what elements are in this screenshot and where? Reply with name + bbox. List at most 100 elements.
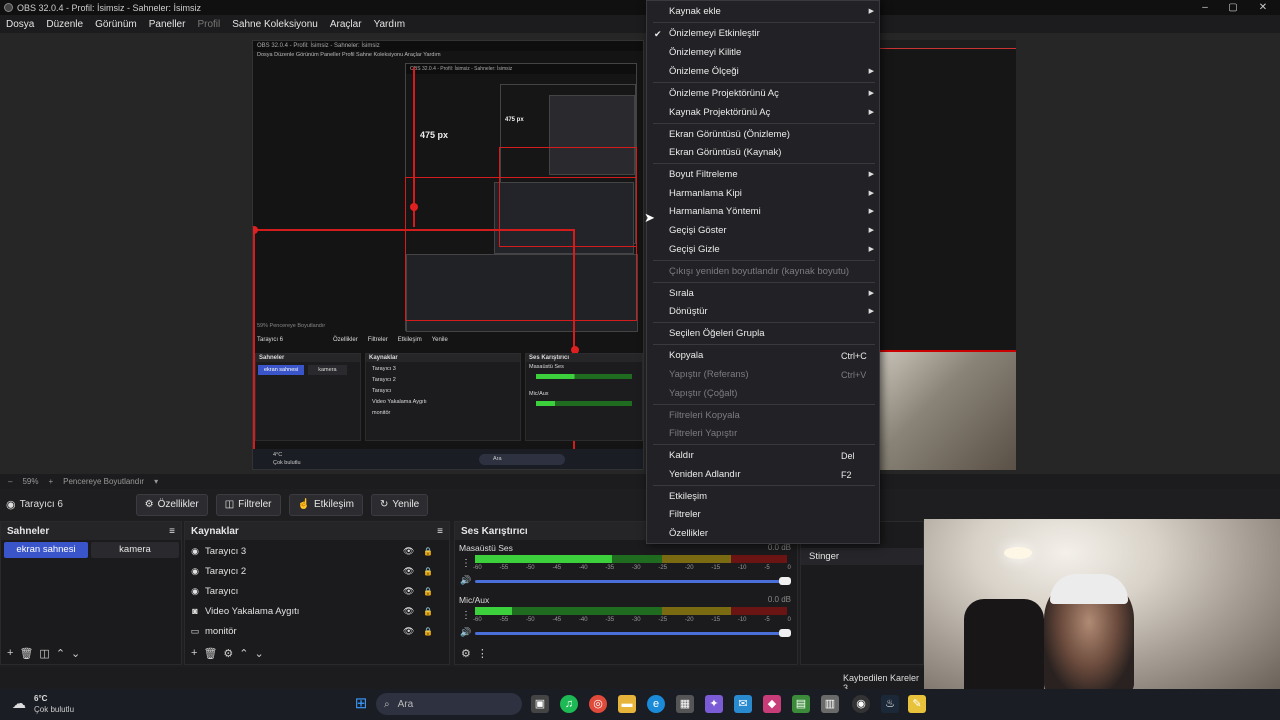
fit-to-window[interactable]: Pencereye Boyutlandır: [63, 477, 144, 486]
menu-item-screenshot-source[interactable]: Ekran Görüntüsü (Kaynak): [647, 144, 879, 162]
scene-item-kamera[interactable]: kamera: [91, 542, 179, 558]
menu-item-preview-scale[interactable]: Önizleme Ölçeği ▶: [647, 63, 879, 81]
chevron-down-icon[interactable]: ▾: [154, 477, 158, 486]
menu-item-blend-method[interactable]: Harmanlama Yöntemi ▶: [647, 203, 879, 221]
volume-slider[interactable]: [475, 629, 791, 637]
dock-menu-icon[interactable]: ≡: [437, 526, 443, 537]
menu-profile[interactable]: Profil: [191, 19, 226, 30]
menu-file[interactable]: Dosya: [0, 19, 40, 30]
eye-icon[interactable]: 👁: [403, 566, 414, 577]
menu-item-rename[interactable]: Yeniden Adlandır F2: [647, 466, 879, 484]
source-row[interactable]: ◙ Video Yakalama Aygıtı 👁 🔒: [185, 601, 449, 621]
windows-start-icon[interactable]: ⊞: [352, 695, 370, 713]
eye-icon[interactable]: 👁: [403, 606, 414, 617]
eye-icon[interactable]: 👁: [403, 586, 414, 597]
edge-icon[interactable]: e: [647, 695, 665, 713]
menu-item-lock-preview[interactable]: Önizlemeyi Kilitle: [647, 44, 879, 62]
store-icon[interactable]: ▦: [676, 695, 694, 713]
speaker-icon[interactable]: 🔊: [460, 575, 471, 586]
transition-select[interactable]: Stinger: [801, 548, 923, 565]
weather-icon[interactable]: ☁: [12, 695, 26, 712]
lock-icon[interactable]: 🔒: [423, 607, 433, 616]
maximize-button[interactable]: ▢: [1218, 0, 1248, 15]
slider-handle[interactable]: [779, 629, 791, 637]
eye-icon[interactable]: 👁: [403, 626, 414, 637]
menu-item-blend-mode[interactable]: Harmanlama Kipi ▶: [647, 185, 879, 203]
source-row[interactable]: ◉ Tarayıcı 2 👁 🔒: [185, 561, 449, 581]
webcam-source-preview[interactable]: [880, 350, 1016, 470]
advanced-audio-icon[interactable]: ⚙: [461, 647, 471, 660]
scene-filters-button[interactable]: ◫: [39, 647, 49, 660]
source-properties-button[interactable]: ⚙: [223, 647, 233, 660]
add-scene-button[interactable]: +: [7, 647, 13, 659]
source-row[interactable]: ▭ monitör 👁 🔒: [185, 621, 449, 641]
menu-item-source-projector[interactable]: Kaynak Projektörünü Aç ▶: [647, 104, 879, 122]
spotify-icon[interactable]: ♫: [560, 695, 578, 713]
app-icon[interactable]: ◆: [763, 695, 781, 713]
lock-icon[interactable]: 🔒: [423, 587, 433, 596]
menu-item-transform[interactable]: Dönüştür ▶: [647, 303, 879, 321]
menu-item-interact[interactable]: Etkileşim: [647, 488, 879, 506]
close-button[interactable]: ✕: [1248, 0, 1278, 15]
menu-tools[interactable]: Araçlar: [324, 19, 368, 30]
menu-item-preview-projector[interactable]: Önizleme Projektörünü Aç ▶: [647, 85, 879, 103]
dock-menu-icon[interactable]: ≡: [169, 526, 175, 537]
menu-item-group-selected[interactable]: Seçilen Öğeleri Grupla: [647, 325, 879, 343]
refresh-button[interactable]: ↻ Yenile: [370, 493, 429, 516]
menu-item-remove[interactable]: Kaldır Del: [647, 447, 879, 465]
menu-item-hide-transition[interactable]: Geçişi Gizle ▶: [647, 241, 879, 259]
outlook-icon[interactable]: ✉: [734, 695, 752, 713]
menu-item-copy[interactable]: Kopyala Ctrl+C: [647, 347, 879, 365]
minimize-button[interactable]: –: [1190, 0, 1220, 15]
menu-item-show-transition[interactable]: Geçişi Göster ▶: [647, 222, 879, 240]
obs-taskbar-icon[interactable]: ◉: [852, 695, 870, 713]
scene-item-ekran-sahnesi[interactable]: ekran sahnesi: [4, 542, 88, 558]
menu-scene-collection[interactable]: Sahne Koleksiyonu: [226, 19, 324, 30]
lock-icon[interactable]: 🔒: [423, 627, 433, 636]
move-down-button[interactable]: ⌄: [255, 647, 264, 660]
menu-item-order[interactable]: Sırala ▶: [647, 285, 879, 303]
interact-button[interactable]: ☝ Etkileşim: [288, 493, 363, 516]
slider-handle[interactable]: [779, 577, 791, 585]
move-up-button[interactable]: ⌃: [56, 647, 65, 660]
lock-icon[interactable]: 🔒: [423, 547, 433, 556]
menu-help[interactable]: Yardım: [368, 19, 412, 30]
taskbar-search[interactable]: ⌕ Ara: [376, 693, 522, 715]
filters-button[interactable]: ◫ Filtreler: [215, 493, 281, 516]
chrome-icon[interactable]: ◎: [589, 695, 607, 713]
resize-handle[interactable]: [410, 203, 418, 211]
source-row[interactable]: ◉ Tarayıcı 3 👁 🔒: [185, 541, 449, 561]
menu-item-filters[interactable]: Filtreler: [647, 506, 879, 524]
task-view-icon[interactable]: ▣: [531, 695, 549, 713]
app-icon[interactable]: ▥: [821, 695, 839, 713]
zoom-in-button[interactable]: +: [48, 477, 53, 486]
menu-item-properties[interactable]: Özellikler: [647, 525, 879, 543]
menu-edit[interactable]: Düzenle: [40, 19, 89, 30]
move-up-button[interactable]: ⌃: [239, 647, 248, 660]
kebab-menu-icon[interactable]: ⋮: [461, 558, 471, 569]
zoom-out-button[interactable]: –: [8, 477, 12, 486]
menu-item-add-source[interactable]: Kaynak ekle ▶: [647, 3, 879, 21]
menu-item-enable-preview[interactable]: ✔ Önizlemeyi Etkinleştir: [647, 25, 879, 43]
menu-item-screenshot-preview[interactable]: Ekran Görüntüsü (Önizleme): [647, 126, 879, 144]
menu-docks[interactable]: Paneller: [143, 19, 192, 30]
app-icon[interactable]: ▤: [792, 695, 810, 713]
remove-source-button[interactable]: 🗑: [203, 647, 217, 660]
kebab-menu-icon[interactable]: ⋮: [461, 610, 471, 621]
kebab-menu-icon[interactable]: ⋮: [477, 647, 488, 660]
steam-icon[interactable]: ♨: [881, 695, 899, 713]
menu-view[interactable]: Görünüm: [89, 19, 143, 30]
add-source-button[interactable]: +: [191, 647, 197, 659]
lock-icon[interactable]: 🔒: [423, 567, 433, 576]
eye-icon[interactable]: 👁: [403, 546, 414, 557]
remove-scene-button[interactable]: 🗑: [19, 647, 33, 660]
copilot-icon[interactable]: ✦: [705, 695, 723, 713]
menu-item-scale-filtering[interactable]: Boyut Filtreleme ▶: [647, 166, 879, 184]
app-icon[interactable]: ✎: [908, 695, 926, 713]
move-down-button[interactable]: ⌄: [71, 647, 80, 660]
properties-button[interactable]: ⚙ Özellikler: [135, 493, 208, 516]
source-row[interactable]: ◉ Tarayıcı 👁 🔒: [185, 581, 449, 601]
volume-slider[interactable]: [475, 577, 791, 585]
file-explorer-icon[interactable]: ▬: [618, 695, 636, 713]
speaker-icon[interactable]: 🔊: [460, 627, 471, 638]
